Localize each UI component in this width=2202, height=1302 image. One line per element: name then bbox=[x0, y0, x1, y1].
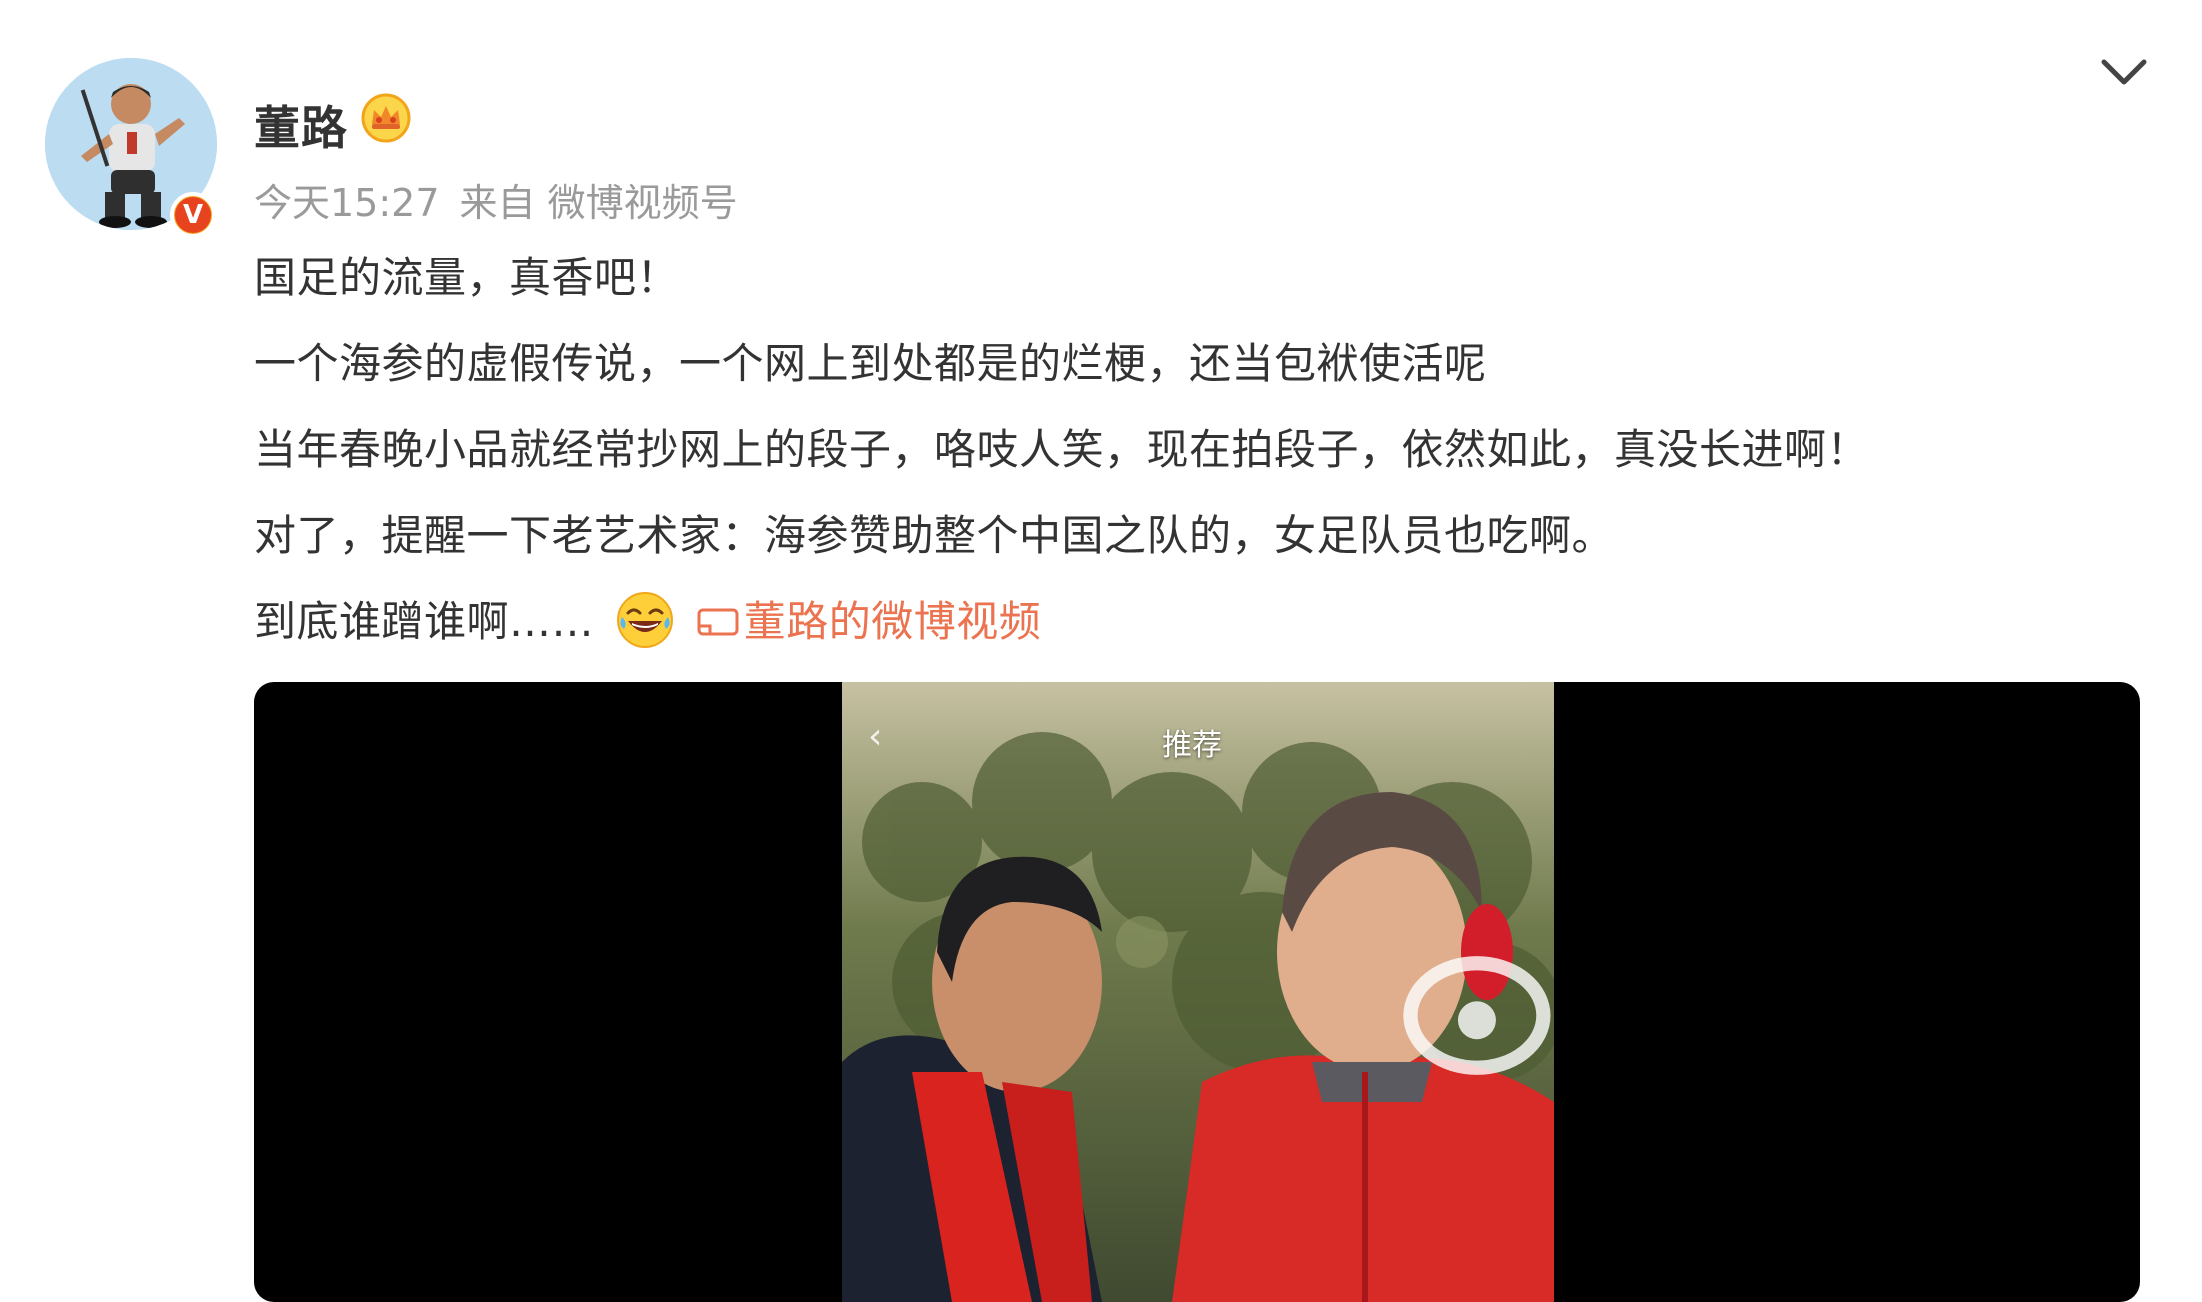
chevron-down-icon[interactable] bbox=[2098, 52, 2150, 92]
video-player[interactable]: ‹ 推荐 bbox=[254, 682, 2140, 1302]
post-meta: 今天15:27 来自 微博视频号 bbox=[254, 172, 758, 227]
post-text-line: 当年春晚小品就经常抄网上的段子，咯吱人笑，现在拍段子，依然如此，真没长进啊！ bbox=[254, 425, 1870, 474]
verified-badge: V bbox=[170, 192, 216, 238]
post-timestamp[interactable]: 今天15:27 bbox=[254, 181, 440, 225]
post-text-line: 对了，提醒一下老艺术家：海参赞助整个中国之队的，女足队员也吃啊。 bbox=[254, 511, 1615, 560]
video-link-label: 董路的微博视频 bbox=[743, 597, 1042, 646]
video-link[interactable]: 董路的微博视频 bbox=[696, 597, 1042, 646]
laugh-cry-emoji-icon bbox=[616, 591, 673, 648]
video-frame: ‹ 推荐 bbox=[842, 682, 1554, 1302]
post-source[interactable]: 来自 微博视频号 bbox=[460, 181, 738, 225]
post-text-line: 一个海参的虚假传说，一个网上到处都是的烂梗，还当包袱使活呢 bbox=[254, 339, 1487, 388]
weibo-post: V 董路 今天15:27 来自 微博视频号 国足的流量，真香吧！ 一个海参的虚假传… bbox=[0, 0, 2202, 1302]
video-search-icon[interactable] bbox=[1482, 726, 1554, 1302]
video-back-button[interactable]: ‹ bbox=[868, 716, 882, 757]
post-text-line-last: 到底谁蹭谁啊…… 董路的微博视频 bbox=[254, 588, 1041, 651]
username[interactable]: 董路 bbox=[254, 92, 348, 158]
verified-v-icon: V bbox=[175, 197, 211, 233]
post-text-line: 国足的流量，真香吧！ bbox=[254, 253, 680, 302]
video-overlay-tag: 推荐 bbox=[1162, 728, 1222, 763]
video-link-icon bbox=[697, 608, 739, 635]
vip-crown-icon[interactable] bbox=[360, 92, 412, 144]
post-text-line: 到底谁蹭谁啊…… bbox=[254, 597, 595, 646]
